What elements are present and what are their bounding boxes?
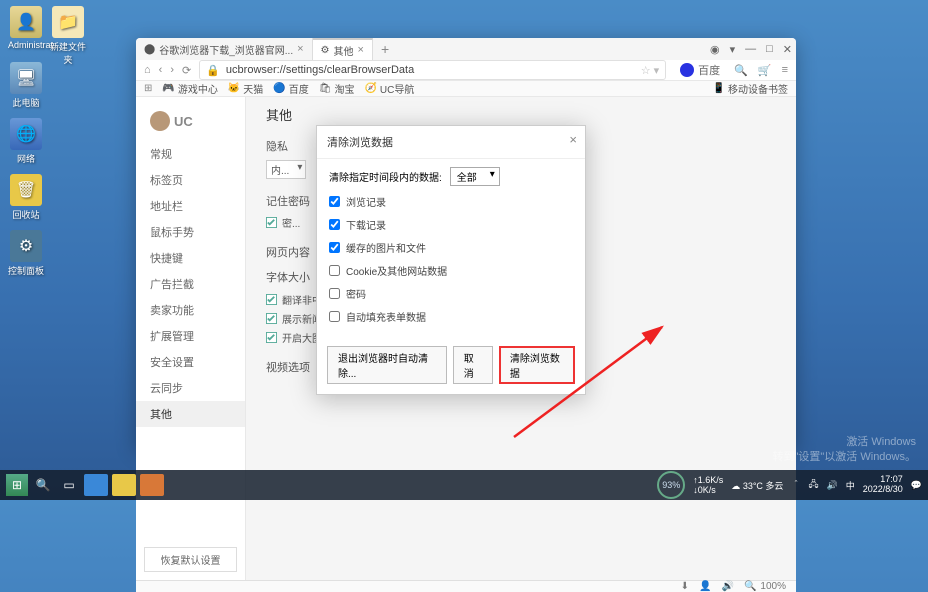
close-button[interactable]: ✕	[783, 43, 792, 56]
search-icon[interactable]: 🔍	[32, 474, 54, 496]
minimize-button[interactable]: —	[745, 43, 756, 56]
tray-chevron-icon[interactable]: ＾	[791, 479, 800, 492]
confirm-clear-button[interactable]: 清除浏览数据	[499, 346, 575, 384]
sidebar-item[interactable]: 常规	[136, 141, 245, 167]
zoom-control[interactable]: 🔍100%	[744, 581, 786, 592]
mobile-bookmarks[interactable]: 📱移动设备书签	[713, 81, 788, 96]
bookmark-item[interactable]: 🛍淘宝	[319, 81, 355, 96]
desktop-icon-folder[interactable]: 📁新建文件夹	[50, 6, 86, 66]
tab-1[interactable]: ⚙其他×	[313, 38, 373, 60]
bookmark-item[interactable]: 🎮游戏中心	[162, 81, 217, 96]
uc-logo: UC	[136, 105, 245, 141]
opt-cache[interactable]: 缓存的图片和文件	[329, 240, 573, 255]
taskbar: ⊞ 🔍 ▭ 93% ↑1.6K/s↓0K/s ☁ 33°C 多云 ＾ 🖧 🔊 中…	[0, 470, 928, 500]
sidebar-item-other[interactable]: 其他	[136, 401, 245, 427]
sidebar-item[interactable]: 标签页	[136, 167, 245, 193]
dialog-close-icon[interactable]: ×	[569, 132, 577, 147]
browser-window: ⬤谷歌浏览器下载_浏览器官网...× ⚙其他× + ◉ ▾ — □ ✕ ⌂ ‹ …	[136, 38, 796, 448]
tab-close-icon[interactable]: ×	[358, 44, 364, 56]
tab-0[interactable]: ⬤谷歌浏览器下载_浏览器官网...×	[136, 38, 313, 60]
sidebar-item[interactable]: 地址栏	[136, 193, 245, 219]
taskbar-app[interactable]	[84, 474, 108, 496]
sidebar-item[interactable]: 云同步	[136, 375, 245, 401]
opt-download-history[interactable]: 下载记录	[329, 217, 573, 232]
dialog-title: 清除浏览数据×	[317, 126, 585, 159]
fontsize-label: 字体大小	[266, 269, 310, 285]
taskbar-app[interactable]	[112, 474, 136, 496]
tab-close-icon[interactable]: ×	[297, 43, 303, 55]
bookmark-item[interactable]: 🔵百度	[273, 81, 308, 96]
menu-icon[interactable]: ≡	[782, 64, 788, 77]
activate-windows: 激活 Windows转到"设置"以激活 Windows。	[773, 435, 917, 464]
url-input[interactable]	[226, 64, 635, 76]
opt-browsing-history[interactable]: 浏览记录	[329, 194, 573, 209]
shield-icon[interactable]: ◉	[710, 43, 720, 56]
maximize-button[interactable]: □	[766, 43, 773, 56]
lock-icon: 🔒	[206, 64, 220, 77]
auto-clear-button[interactable]: 退出浏览器时自动清除...	[327, 346, 447, 384]
sidebar-item[interactable]: 卖家功能	[136, 297, 245, 323]
desktop-icon-control[interactable]: ⚙控制面板	[8, 230, 44, 277]
dropdown-icon[interactable]: ▾	[730, 43, 736, 56]
settings-sidebar: UC 常规 标签页 地址栏 鼠标手势 快捷键 广告拦截 卖家功能 扩展管理 安全…	[136, 97, 246, 580]
taskbar-app[interactable]	[140, 474, 164, 496]
tray-volume-icon[interactable]: 🔊	[827, 480, 838, 491]
user-icon[interactable]: 👤	[699, 581, 711, 592]
clock[interactable]: 17:072022/8/30	[863, 475, 903, 495]
search-engine[interactable]: 百度	[674, 61, 726, 79]
network-speed: ↑1.6K/s↓0K/s	[693, 475, 723, 495]
desktop-icon-recycle[interactable]: 🗑回收站	[8, 174, 44, 221]
start-button[interactable]: ⊞	[6, 474, 28, 496]
bookmark-bar: ⊞ 🎮游戏中心 🐱天猫 🔵百度 🛍淘宝 🧭UC导航 📱移动设备书签	[136, 81, 796, 97]
address-bar: ⌂ ‹ › ⟳ 🔒 ☆ ▾ 百度 🔍 🛒 ≡	[136, 60, 796, 81]
search-icon[interactable]: 🔍	[734, 64, 748, 77]
tray-ime-icon[interactable]: 中	[846, 479, 855, 492]
sidebar-item[interactable]: 扩展管理	[136, 323, 245, 349]
bookmark-item[interactable]: 🐱天猫	[228, 81, 263, 96]
range-select[interactable]: 全部	[450, 167, 500, 186]
desktop-icon-pc[interactable]: 🖥此电脑	[8, 62, 44, 109]
cart-icon[interactable]: 🛒	[758, 64, 772, 77]
reset-defaults-button[interactable]: 恢复默认设置	[144, 547, 237, 572]
download-icon[interactable]: ⬇	[681, 581, 689, 592]
browser-statusbar: ⬇ 👤 🔊 🔍100%	[136, 580, 796, 592]
forward-icon[interactable]: ›	[170, 64, 174, 76]
taskview-icon[interactable]: ▭	[58, 474, 80, 496]
cpu-gauge[interactable]: 93%	[657, 471, 685, 499]
titlebar: ⬤谷歌浏览器下载_浏览器官网...× ⚙其他× + ◉ ▾ — □ ✕	[136, 38, 796, 60]
bookmark-item[interactable]: 🧭UC导航	[364, 81, 414, 96]
cancel-button[interactable]: 取消	[453, 346, 493, 384]
new-tab-button[interactable]: +	[373, 41, 397, 57]
page-title: 其他	[266, 105, 776, 124]
notifications-icon[interactable]: 💬	[911, 480, 922, 491]
opt-cookies[interactable]: Cookie及其他网站数据	[329, 263, 573, 278]
range-label: 清除指定时间段内的数据:	[329, 169, 442, 184]
opt-passwords[interactable]: 密码	[329, 286, 573, 301]
home-icon[interactable]: ⌂	[144, 64, 151, 76]
desktop-icon-admin[interactable]: 👤Administrat...	[8, 6, 44, 50]
opt-autofill[interactable]: 自动填充表单数据	[329, 309, 573, 324]
desktop-icon-network[interactable]: 🌐网络	[8, 118, 44, 165]
tray-network-icon[interactable]: 🖧	[808, 477, 818, 493]
reload-icon[interactable]: ⟳	[182, 64, 191, 77]
sidebar-item[interactable]: 快捷键	[136, 245, 245, 271]
volume-icon[interactable]: 🔊	[722, 581, 734, 592]
sidebar-item[interactable]: 广告拦截	[136, 271, 245, 297]
url-field[interactable]: 🔒 ☆ ▾	[199, 60, 666, 80]
sidebar-item[interactable]: 安全设置	[136, 349, 245, 375]
baidu-icon	[680, 63, 694, 77]
privacy-select[interactable]: 内...	[266, 160, 306, 179]
sidebar-item[interactable]: 鼠标手势	[136, 219, 245, 245]
back-icon[interactable]: ‹	[159, 64, 163, 76]
weather[interactable]: ☁ 33°C 多云	[731, 479, 783, 492]
apps-icon[interactable]: ⊞	[144, 83, 152, 94]
clear-data-dialog: 清除浏览数据× 清除指定时间段内的数据:全部 浏览记录 下载记录 缓存的图片和文…	[316, 125, 586, 395]
